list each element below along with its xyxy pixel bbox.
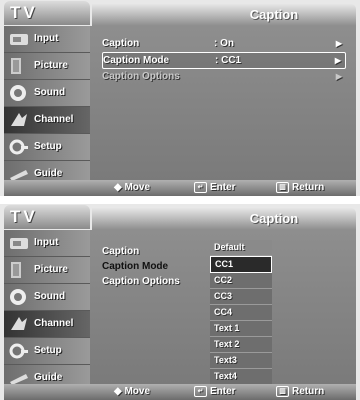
menu-header: Caption bbox=[92, 208, 356, 230]
footer-move-label: Move bbox=[124, 386, 151, 397]
row-value: : On bbox=[214, 38, 234, 49]
footer-return[interactable]: ▥ Return bbox=[276, 180, 324, 196]
footer-bar: ◆ Move ↵ Enter ▥ Return bbox=[4, 180, 356, 196]
sidebar-item-picture[interactable]: Picture bbox=[4, 53, 90, 80]
sidebar-item-label: Setup bbox=[34, 345, 62, 356]
setup-icon bbox=[9, 343, 28, 359]
footer-enter-label: Enter bbox=[210, 386, 236, 397]
caption-mode-dropdown-screen: TV Caption Input Picture Sound Channel S… bbox=[0, 204, 360, 400]
menu-header: Caption bbox=[92, 4, 356, 26]
footer-return-label: Return bbox=[292, 386, 325, 397]
dropdown-option[interactable]: Text 2 bbox=[210, 337, 272, 353]
footer-enter[interactable]: ↵ Enter bbox=[194, 180, 236, 196]
sidebar: Input Picture Sound Channel Setup Guide bbox=[4, 230, 90, 392]
row-label: Caption Mode bbox=[103, 55, 170, 66]
picture-icon bbox=[11, 262, 21, 278]
channel-icon bbox=[11, 317, 27, 330]
enter-icon: ↵ bbox=[194, 181, 207, 193]
menu-content: Caption Caption Mode Caption Options Def… bbox=[90, 230, 356, 386]
move-icon: ◆ bbox=[114, 386, 125, 397]
picture-icon bbox=[11, 58, 21, 74]
setup-icon bbox=[9, 139, 28, 155]
sidebar-item-setup[interactable]: Setup bbox=[4, 338, 90, 365]
return-icon: ▥ bbox=[276, 385, 289, 397]
row-label: Caption bbox=[102, 246, 140, 257]
dropdown-option[interactable]: Text 1 bbox=[210, 321, 272, 337]
row-label: Caption Options bbox=[102, 276, 180, 287]
sidebar-item-label: Picture bbox=[34, 60, 68, 71]
sound-icon bbox=[10, 85, 26, 101]
footer-move[interactable]: ◆ Move bbox=[114, 384, 150, 400]
dropdown-option[interactable]: Text4 bbox=[210, 369, 272, 385]
sidebar-item-label: Picture bbox=[34, 264, 68, 275]
sidebar-item-input[interactable]: Input bbox=[4, 26, 90, 53]
row-label: Caption Mode bbox=[102, 261, 169, 272]
sidebar-item-label: Channel bbox=[34, 318, 74, 329]
sidebar-item-picture[interactable]: Picture bbox=[4, 257, 90, 284]
footer-return-label: Return bbox=[292, 182, 325, 193]
dropdown-option-selected[interactable]: CC1 bbox=[210, 256, 272, 273]
sidebar-item-input[interactable]: Input bbox=[4, 230, 90, 257]
sidebar-item-label: Input bbox=[34, 33, 59, 44]
sidebar-item-label: Sound bbox=[34, 291, 66, 302]
sidebar-item-sound[interactable]: Sound bbox=[4, 284, 90, 311]
menu-row-caption-mode[interactable]: Caption Mode : CC1 ▶ bbox=[102, 52, 346, 69]
caption-menu-screen: TV Caption Input Picture Sound Channel S… bbox=[0, 0, 360, 196]
footer-enter[interactable]: ↵ Enter bbox=[194, 384, 236, 400]
right-arrow-icon: ▶ bbox=[335, 72, 342, 81]
dropdown-option[interactable]: CC2 bbox=[210, 273, 272, 289]
tv-menu-title: TV bbox=[4, 205, 90, 229]
sidebar-item-label: Channel bbox=[34, 114, 74, 125]
menu-content: Caption : On ▶ Caption Mode : CC1 ▶ Capt… bbox=[90, 26, 356, 182]
row-label: Caption bbox=[102, 38, 140, 49]
tv-menu-title: TV bbox=[4, 1, 90, 25]
footer-move-label: Move bbox=[124, 182, 151, 193]
dropdown-option[interactable]: Text3 bbox=[210, 353, 272, 369]
sidebar-item-label: Input bbox=[34, 237, 59, 248]
sidebar-item-sound[interactable]: Sound bbox=[4, 80, 90, 107]
footer-bar: ◆ Move ↵ Enter ▥ Return bbox=[4, 384, 356, 400]
right-arrow-icon: ▶ bbox=[334, 56, 341, 65]
sidebar-item-label: Setup bbox=[34, 141, 62, 152]
move-icon: ◆ bbox=[114, 182, 125, 193]
input-icon bbox=[10, 34, 28, 45]
sidebar: Input Picture Sound Channel Setup Guide bbox=[4, 26, 90, 188]
sound-icon bbox=[10, 289, 26, 305]
dropdown-option[interactable]: Default bbox=[210, 240, 272, 256]
sidebar-item-channel[interactable]: Channel bbox=[4, 107, 90, 134]
row-label: Caption Options bbox=[102, 71, 180, 82]
channel-icon bbox=[11, 113, 27, 126]
input-icon bbox=[10, 238, 28, 249]
footer-move[interactable]: ◆ Move bbox=[114, 180, 150, 196]
footer-enter-label: Enter bbox=[210, 182, 236, 193]
dropdown-option[interactable]: CC4 bbox=[210, 305, 272, 321]
sidebar-item-label: Sound bbox=[34, 87, 66, 98]
row-value: : CC1 bbox=[215, 55, 242, 66]
sidebar-item-channel[interactable]: Channel bbox=[4, 311, 90, 338]
caption-mode-dropdown[interactable]: Default CC1 CC2 CC3 CC4 Text 1 Text 2 Te… bbox=[210, 240, 272, 385]
return-icon: ▥ bbox=[276, 181, 289, 193]
footer-return[interactable]: ▥ Return bbox=[276, 384, 324, 400]
dropdown-option[interactable]: CC3 bbox=[210, 289, 272, 305]
menu-row-caption[interactable]: Caption : On ▶ bbox=[102, 36, 346, 51]
enter-icon: ↵ bbox=[194, 385, 207, 397]
right-arrow-icon: ▶ bbox=[335, 39, 342, 48]
sidebar-item-setup[interactable]: Setup bbox=[4, 134, 90, 161]
menu-row-caption-options[interactable]: Caption Options ▶ bbox=[102, 69, 346, 84]
